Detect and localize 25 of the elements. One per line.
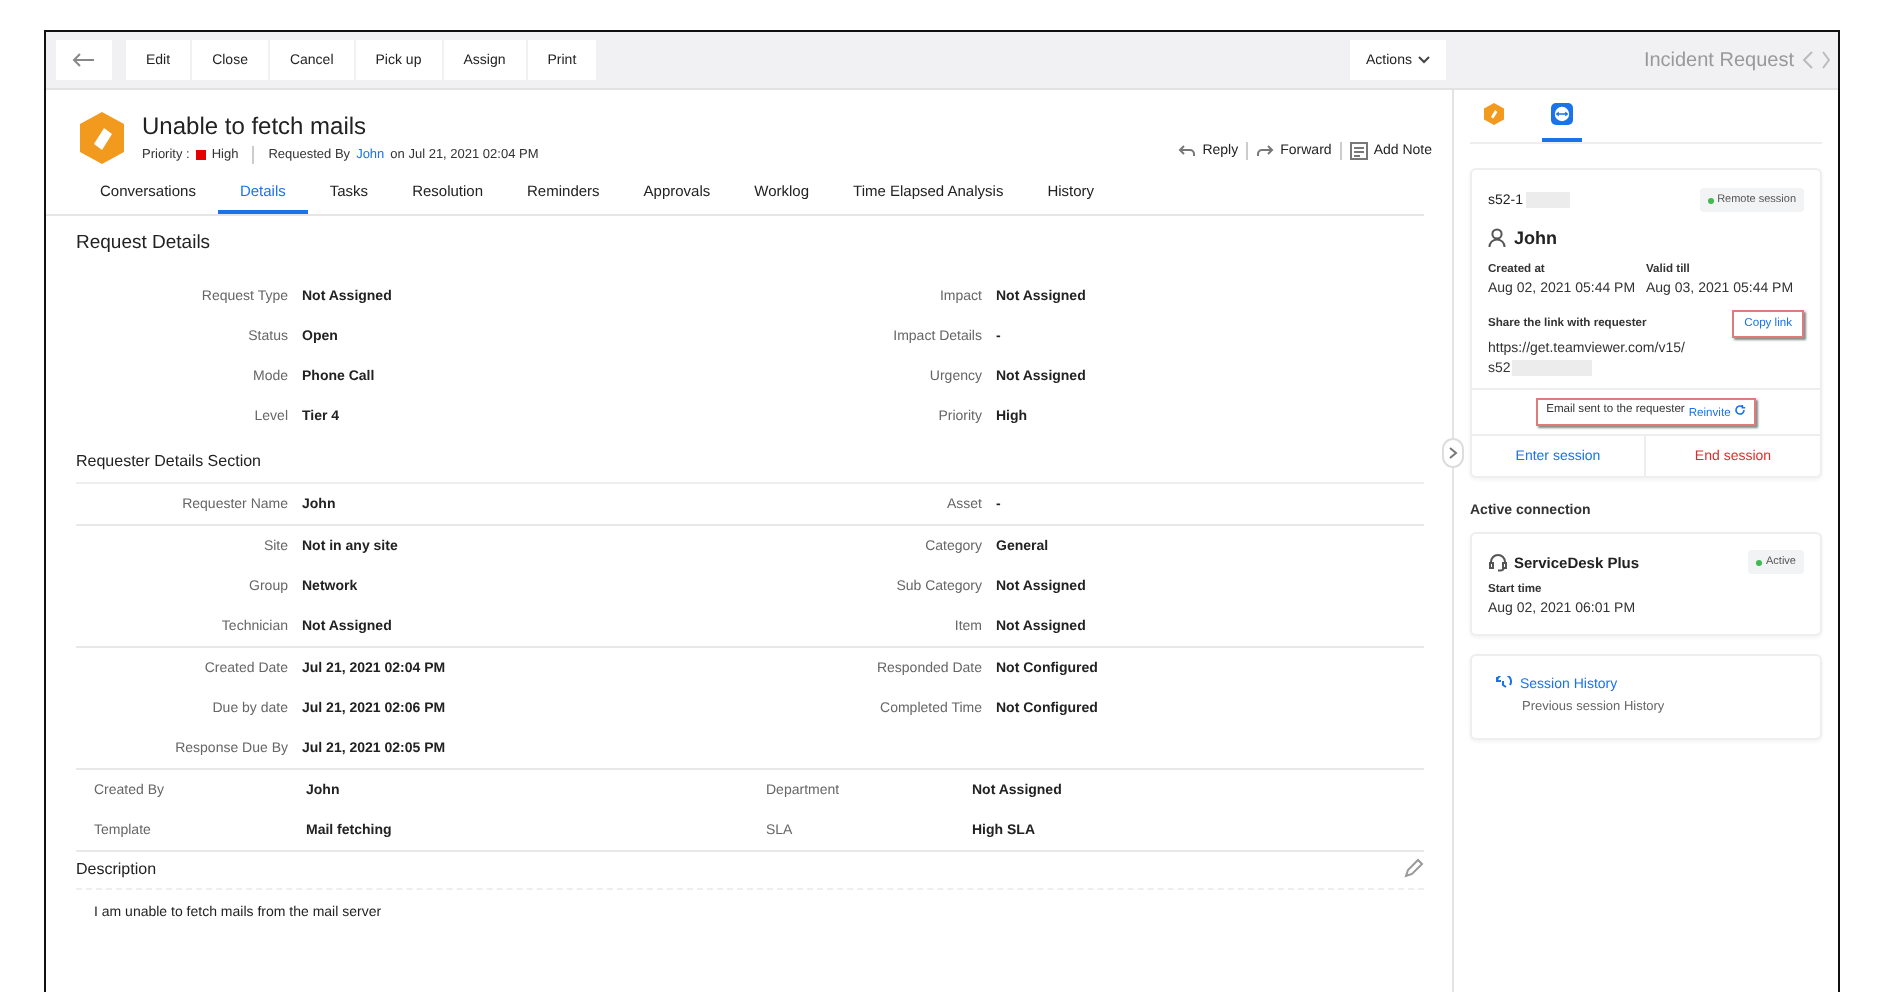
session-user: John: [1514, 228, 1557, 248]
double-arrow-icon: [1550, 102, 1574, 126]
headset-icon: [1488, 552, 1508, 572]
forward-icon: [1256, 143, 1275, 157]
refresh-icon: [1733, 404, 1746, 416]
chevron-right-icon: [1448, 446, 1458, 460]
priority-square: [195, 150, 206, 160]
request-title: Unable to fetch mails: [142, 112, 369, 140]
collapse-handle[interactable]: [1442, 438, 1464, 468]
section-heading: Request Details: [76, 232, 213, 254]
caret-icon: [1417, 56, 1430, 64]
back-arrow-icon: [72, 52, 96, 68]
hexagon-icon: [1482, 102, 1506, 126]
history-icon: [1494, 676, 1512, 694]
previous-icon[interactable]: [1802, 50, 1814, 70]
user-icon: [1488, 228, 1506, 248]
header-title: Incident Request: [1643, 49, 1794, 71]
note-icon: [1349, 141, 1368, 159]
section-heading: Requester Details Section: [76, 452, 1424, 484]
ticket-icon: [76, 110, 128, 166]
reply-icon: [1178, 143, 1197, 157]
next-icon[interactable]: [1822, 50, 1830, 70]
section-heading: Description: [76, 859, 157, 877]
back-button[interactable]: [56, 40, 112, 80]
edit-icon[interactable]: [1404, 858, 1424, 878]
